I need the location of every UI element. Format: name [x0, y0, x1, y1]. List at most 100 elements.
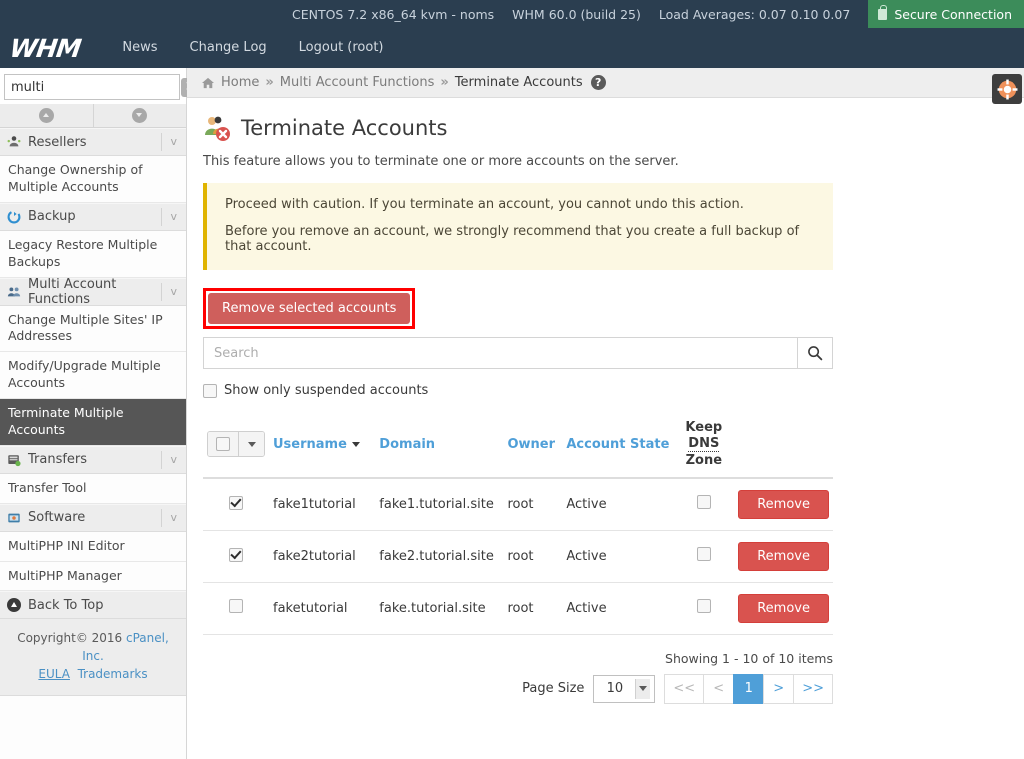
pagination-controls: << < 1 > >> [664, 673, 833, 704]
row-username: faketutorial [269, 582, 376, 635]
column-header-owner[interactable]: Owner [503, 414, 563, 479]
row-keep-dns-checkbox[interactable] [696, 599, 711, 614]
sidebar-group-label: Software [28, 510, 86, 526]
show-suspended-filter-row: Show only suspended accounts [203, 383, 1024, 398]
row-keep-dns-checkbox[interactable] [696, 547, 711, 562]
row-action-cell: Remove [734, 582, 833, 635]
sidebar-group-resellers[interactable]: Resellers v [0, 128, 186, 156]
sidebar-item-multiphp-manager[interactable]: MultiPHP Manager [0, 561, 186, 592]
row-select-checkbox[interactable] [229, 496, 243, 511]
sidebar-item-modify-upgrade-multiple-accounts[interactable]: Modify/Upgrade Multiple Accounts [0, 352, 186, 399]
eula-link[interactable]: EULA [38, 667, 70, 681]
chevron-down-icon[interactable]: v [161, 207, 186, 226]
breadcrumb-home[interactable]: Home [221, 75, 259, 90]
sidebar-item-change-ownership[interactable]: Change Ownership of Multiple Accounts [0, 156, 186, 203]
row-select-cell [203, 530, 269, 583]
whm-logo[interactable]: WHM [8, 34, 82, 63]
help-question-icon[interactable]: ? [590, 75, 606, 90]
pagination-prev-button[interactable]: < [703, 673, 734, 704]
nav-link-logout[interactable]: Logout (root) [283, 28, 400, 68]
scroll-up-button[interactable] [0, 104, 94, 127]
row-owner: root [503, 582, 563, 635]
breadcrumb-separator: » [440, 75, 449, 90]
column-header-username[interactable]: Username [269, 414, 376, 479]
row-domain: fake1.tutorial.site [375, 477, 504, 531]
pagination-area: Showing 1 - 10 of 10 items Page Size 10 … [203, 651, 833, 704]
page-intro-text: This feature allows you to terminate one… [203, 154, 679, 169]
select-all-checkbox[interactable] [208, 432, 238, 457]
back-to-top-button[interactable]: Back To Top [0, 591, 186, 620]
row-domain: fake.tutorial.site [375, 582, 504, 635]
row-select-checkbox[interactable] [229, 599, 243, 614]
whm-version-info: WHM 60.0 (build 25) [512, 6, 641, 22]
select-menu-button[interactable] [238, 432, 264, 457]
lock-icon [878, 4, 888, 20]
pagination-last-button[interactable]: >> [793, 673, 833, 704]
sidebar-group-transfers[interactable]: Transfers v [0, 445, 186, 474]
sidebar-item-terminate-multiple-accounts[interactable]: Terminate Multiple Accounts [0, 399, 186, 446]
page-body: Terminate Accounts This feature allows y… [187, 98, 1024, 704]
secure-connection-badge[interactable]: Secure Connection [868, 0, 1024, 28]
row-remove-button[interactable]: Remove [738, 541, 829, 571]
table-header-row: Username Domain Owner Account State Keep… [203, 414, 833, 479]
select-all-group[interactable] [207, 431, 265, 458]
account-search-input[interactable] [203, 337, 797, 369]
nav-link-change-log[interactable]: Change Log [174, 28, 283, 68]
warning-line-1: Proceed with caution. If you terminate a… [225, 197, 744, 212]
resellers-icon [7, 136, 21, 147]
row-remove-button[interactable]: Remove [738, 593, 829, 623]
sidebar-group-backup[interactable]: Backup v [0, 202, 186, 231]
sidebar-search-input[interactable] [11, 79, 181, 95]
show-suspended-checkbox[interactable] [203, 383, 217, 398]
remove-selected-highlight: Remove selected accounts [203, 288, 416, 329]
sort-desc-icon [351, 441, 360, 447]
sidebar-item-change-multiple-sites-ip[interactable]: Change Multiple Sites' IP Addresses [0, 305, 186, 353]
pagination-first-button[interactable]: << [664, 673, 704, 704]
pagination-page-1[interactable]: 1 [733, 673, 764, 704]
sidebar-group-software[interactable]: Software v [0, 503, 186, 532]
nav-link-news[interactable]: News [106, 28, 173, 68]
chevron-down-icon[interactable]: v [161, 450, 186, 469]
terminate-accounts-icon [205, 116, 230, 141]
sidebar-group-label: Backup [28, 209, 76, 225]
sidebar-search-wrap: ✕ [0, 68, 200, 104]
accounts-table: Username Domain Owner Account State Keep… [203, 414, 833, 635]
sidebar-group-label: Resellers [28, 134, 87, 150]
row-keep-dns-checkbox[interactable] [696, 495, 711, 510]
trademarks-link[interactable]: Trademarks [78, 667, 148, 681]
chevron-down-icon[interactable]: v [161, 133, 186, 151]
search-icon [808, 346, 823, 361]
scroll-down-button[interactable] [93, 104, 186, 127]
page-size-select[interactable]: 10 [593, 674, 656, 703]
breadcrumb-parent[interactable]: Multi Account Functions [280, 75, 435, 90]
sidebar-search-box[interactable]: ✕ [4, 74, 200, 100]
breadcrumb-current: Terminate Accounts [454, 75, 583, 90]
warning-line-2: Before you remove an account, we strongl… [225, 224, 800, 254]
secure-connection-label: Secure Connection [894, 6, 1012, 22]
page-title-row: Terminate Accounts [203, 114, 1024, 142]
breadcrumb-separator: » [265, 75, 274, 90]
chevron-down-icon[interactable]: v [161, 508, 186, 527]
warning-box: Proceed with caution. If you terminate a… [203, 183, 833, 270]
sidebar-item-transfer-tool[interactable]: Transfer Tool [0, 473, 186, 504]
chevron-down-icon[interactable]: v [161, 282, 186, 301]
row-remove-button[interactable]: Remove [738, 489, 829, 519]
lifebuoy-support-icon[interactable] [992, 74, 1022, 104]
pagination-next-button[interactable]: > [763, 673, 794, 704]
accounts-table-head: Username Domain Owner Account State Keep… [203, 414, 833, 479]
arrow-up-circle-icon [7, 598, 21, 613]
column-header-domain[interactable]: Domain [375, 414, 504, 479]
remove-selected-accounts-button[interactable]: Remove selected accounts [208, 293, 411, 324]
sidebar-item-legacy-restore[interactable]: Legacy Restore Multiple Backups [0, 230, 186, 278]
account-search-button[interactable] [797, 337, 833, 369]
column-header-account-state[interactable]: Account State [562, 414, 674, 479]
sidebar-group-multi-account-functions[interactable]: Multi Account Functions v [0, 277, 186, 307]
row-keep-dns-cell [673, 530, 735, 583]
breadcrumb: Home » Multi Account Functions » Termina… [187, 68, 1024, 98]
row-owner: root [503, 477, 563, 531]
server-info-bar: CENTOS 7.2 x86_64 kvm - noms WHM 60.0 (b… [0, 0, 1024, 28]
pagination-row: Page Size 10 << < 1 > >> [203, 673, 833, 704]
row-select-checkbox[interactable] [229, 548, 243, 563]
row-account-state: Active [562, 530, 674, 583]
sidebar-item-multiphp-ini-editor[interactable]: MultiPHP INI Editor [0, 531, 186, 562]
